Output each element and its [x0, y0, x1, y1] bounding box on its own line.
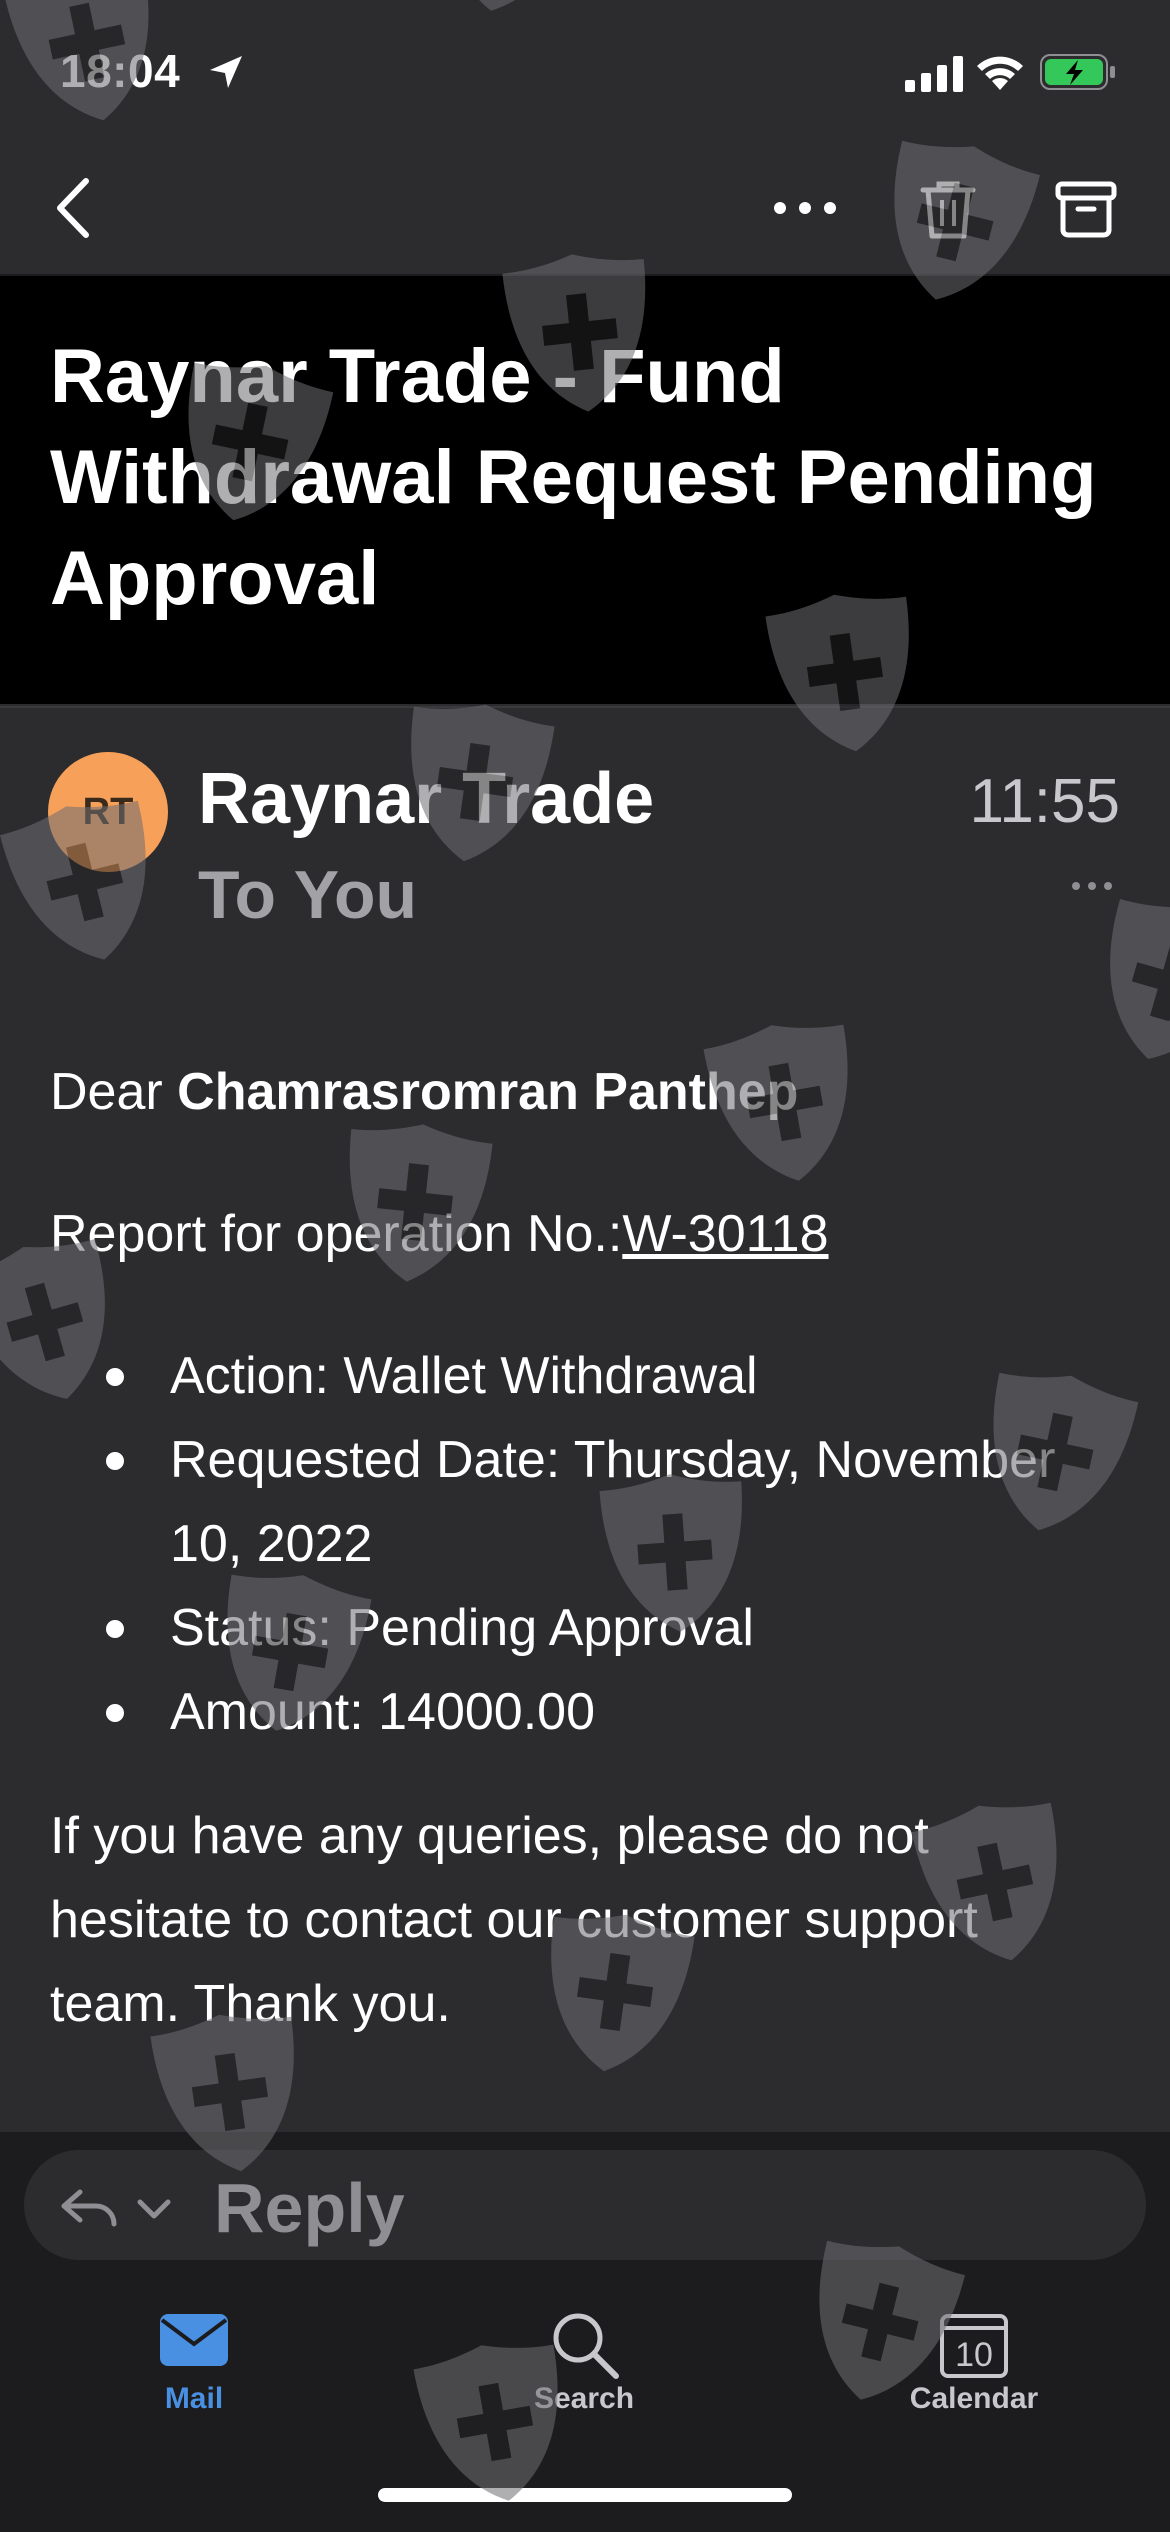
email-screen: 18:04 Raynar Trade - Fund Withdrawal Req…	[0, 0, 1170, 2532]
reply-button[interactable]: Reply	[24, 2150, 1146, 2260]
recipient-line[interactable]: To You	[198, 856, 417, 934]
navigation-bar	[0, 140, 1170, 276]
more-options-icon[interactable]	[770, 190, 840, 226]
detail-item-amount: Amount: 14000.00	[106, 1670, 1120, 1754]
report-prefix: Report for operation No.:	[50, 1205, 623, 1263]
detail-item-action: Action: Wallet Withdrawal	[106, 1334, 1120, 1418]
greeting: Dear Chamrasromran Panthep	[50, 1050, 1120, 1134]
reply-label: Reply	[214, 2169, 405, 2247]
operation-number-link[interactable]: W-30118	[622, 1205, 828, 1263]
envelope-icon	[160, 2314, 228, 2366]
closing-text: If you have any queries, please do not h…	[50, 1807, 978, 2033]
archive-icon[interactable]	[1054, 178, 1118, 240]
wifi-icon	[977, 56, 1023, 90]
tab-calendar[interactable]: 10 Calendar	[864, 2308, 1084, 2458]
tab-search-label: Search	[533, 2382, 635, 2415]
tab-bar: Mail Search 10 Calendar	[0, 2278, 1170, 2532]
sent-time: 11:55	[969, 767, 1120, 836]
reply-arrow-icon	[61, 2189, 117, 2227]
detail-item-status: Status: Pending Approval	[106, 1586, 1120, 1670]
tab-mail-label: Mail	[164, 2382, 224, 2415]
email-body: Dear Chamrasromran Panthep Report for op…	[50, 1050, 1120, 2046]
battery-charging-icon	[1040, 54, 1115, 90]
tab-calendar-label: Calendar	[909, 2382, 1039, 2415]
reply-bar: Reply	[0, 2132, 1170, 2278]
back-chevron-icon[interactable]	[50, 175, 100, 241]
cellular-signal-icon	[905, 56, 963, 92]
report-line: Report for operation No.:W-30118	[50, 1192, 1120, 1276]
message-more-icon[interactable]	[1070, 878, 1114, 894]
status-time: 18:04	[60, 45, 181, 97]
tab-search[interactable]: Search	[474, 2308, 694, 2458]
tab-mail[interactable]: Mail	[84, 2308, 304, 2458]
sender-name[interactable]: Raynar Trade	[198, 758, 654, 840]
sender-header: RT Raynar Trade To You 11:55	[0, 706, 1170, 968]
calendar-icon: 10	[940, 2314, 1008, 2378]
calendar-day-number: 10	[955, 2336, 993, 2374]
magnifier-icon	[553, 2313, 619, 2379]
email-subject: Raynar Trade - Fund Withdrawal Request P…	[50, 334, 1097, 621]
home-indicator[interactable]	[378, 2488, 792, 2502]
chevron-down-icon[interactable]	[134, 2196, 174, 2222]
details-list: Action: Wallet Withdrawal Requested Date…	[50, 1334, 1120, 1754]
detail-item-date: Requested Date: Thursday, November 10, 2…	[106, 1418, 1120, 1586]
greeting-prefix: Dear	[50, 1063, 178, 1121]
location-arrow-icon	[210, 56, 242, 88]
email-subject-block: Raynar Trade - Fund Withdrawal Request P…	[0, 276, 1170, 704]
status-bar: 18:04	[0, 0, 1170, 140]
recipient-name: Chamrasromran Panthep	[177, 1063, 799, 1121]
sender-avatar[interactable]: RT	[48, 752, 168, 872]
trash-icon[interactable]	[915, 176, 981, 242]
